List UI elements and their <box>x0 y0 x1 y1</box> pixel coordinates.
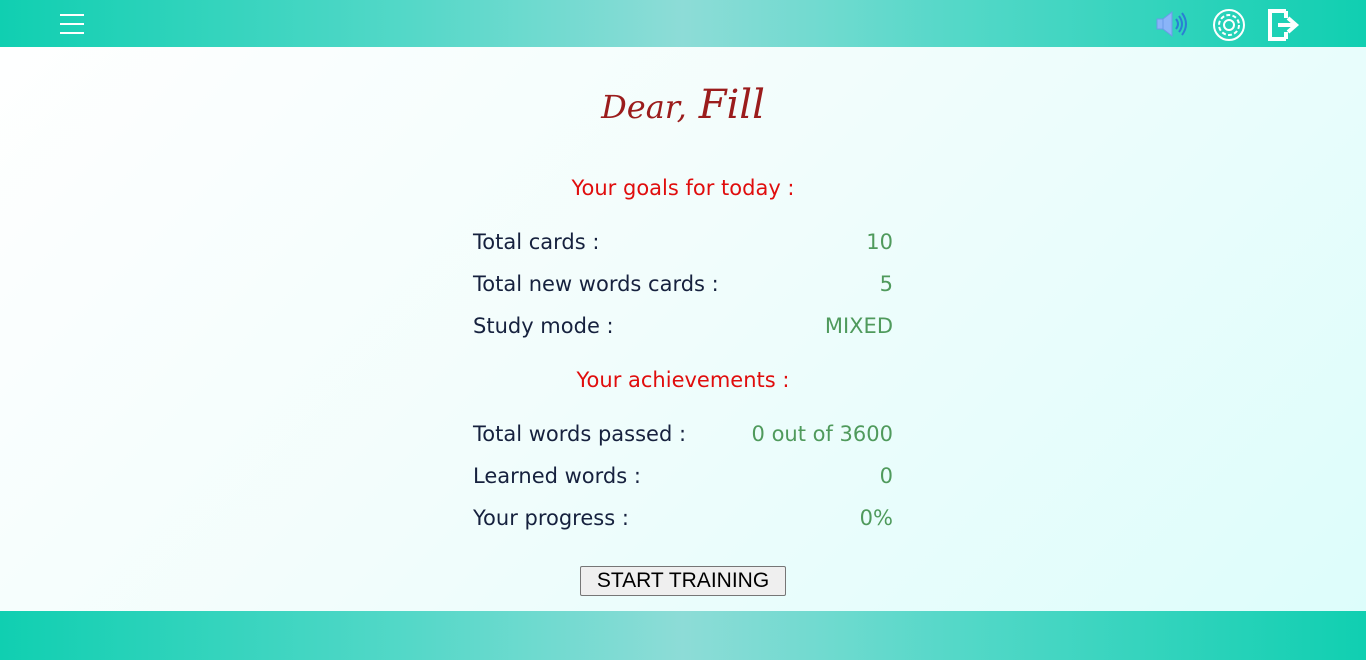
stat-label: Total cards : <box>473 230 600 254</box>
stat-row-total-cards: Total cards : 10 <box>473 230 893 260</box>
menu-icon[interactable] <box>58 12 86 36</box>
logout-icon[interactable] <box>1266 7 1302 43</box>
stat-row-progress: Your progress : 0% <box>473 506 893 536</box>
stat-value: 0% <box>859 506 893 530</box>
settings-icon[interactable] <box>1211 7 1247 43</box>
user-name: Fill <box>698 82 765 128</box>
stat-label: Total words passed : <box>473 422 687 446</box>
stat-row-learned-words: Learned words : 0 <box>473 464 893 494</box>
stat-value: 10 <box>866 230 893 254</box>
greeting-heading: Dear, Fill <box>0 82 1366 128</box>
top-bar <box>0 0 1366 47</box>
stat-label: Total new words cards : <box>473 272 719 296</box>
greeting-prefix: Dear, <box>601 88 687 126</box>
stat-value: 5 <box>879 272 893 296</box>
stat-label: Your progress : <box>473 506 629 530</box>
stat-row-study-mode: Study mode : MIXED <box>473 314 893 344</box>
stat-value: 0 <box>879 464 893 488</box>
start-training-button[interactable]: START TRAINING <box>580 566 786 596</box>
achievements-title: Your achievements : <box>576 368 790 392</box>
stat-label: Study mode : <box>473 314 614 338</box>
stat-value: MIXED <box>824 314 893 338</box>
stat-label: Learned words : <box>473 464 641 488</box>
stat-row-new-words: Total new words cards : 5 <box>473 272 893 302</box>
goals-title: Your goals for today : <box>571 176 795 200</box>
sound-icon[interactable] <box>1154 9 1192 39</box>
footer-bar <box>0 611 1366 660</box>
stat-value: 0 out of 3600 <box>751 422 893 446</box>
stat-row-words-passed: Total words passed : 0 out of 3600 <box>473 422 893 452</box>
